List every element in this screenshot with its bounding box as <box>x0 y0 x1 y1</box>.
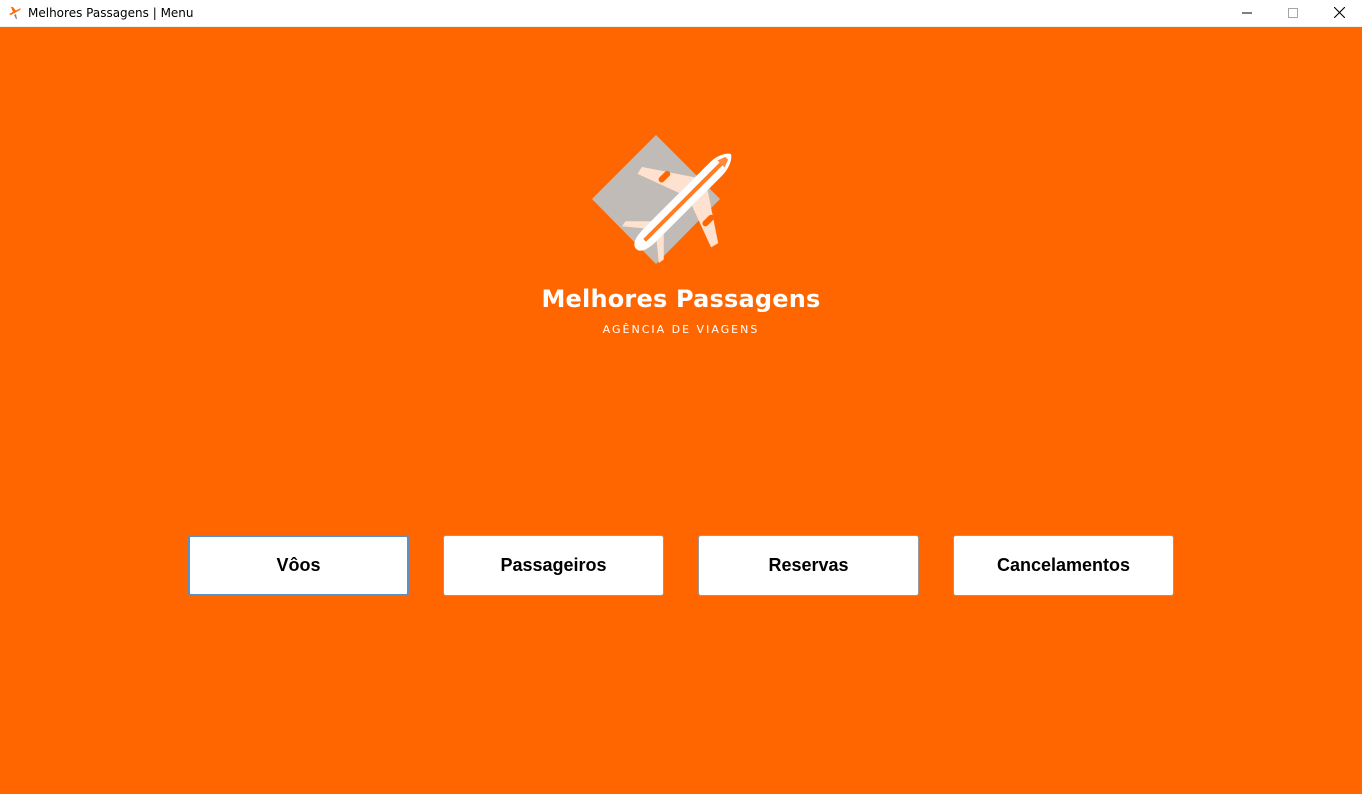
reservas-button[interactable]: Reservas <box>698 535 919 596</box>
window-controls <box>1224 0 1362 27</box>
cancelamentos-button[interactable]: Cancelamentos <box>953 535 1174 596</box>
close-button[interactable] <box>1316 0 1362 27</box>
voos-button[interactable]: Vôos <box>188 535 409 596</box>
airplane-icon <box>7 5 23 21</box>
window-title: Melhores Passagens | Menu <box>28 6 194 20</box>
brand-name: Melhores Passagens <box>541 285 821 313</box>
brand-tagline: AGÊNCIA DE VIAGENS <box>602 323 760 336</box>
minimize-button[interactable] <box>1224 0 1270 27</box>
maximize-button[interactable] <box>1270 0 1316 27</box>
passageiros-button[interactable]: Passageiros <box>443 535 664 596</box>
minimize-icon <box>1242 5 1252 23</box>
close-icon <box>1333 5 1345 23</box>
airplane-logo <box>590 133 740 268</box>
title-bar[interactable]: Melhores Passagens | Menu <box>0 0 1362 27</box>
maximize-icon <box>1288 5 1298 23</box>
app-window: Melhores Passagens | Menu Melhores Passa… <box>0 0 1362 794</box>
